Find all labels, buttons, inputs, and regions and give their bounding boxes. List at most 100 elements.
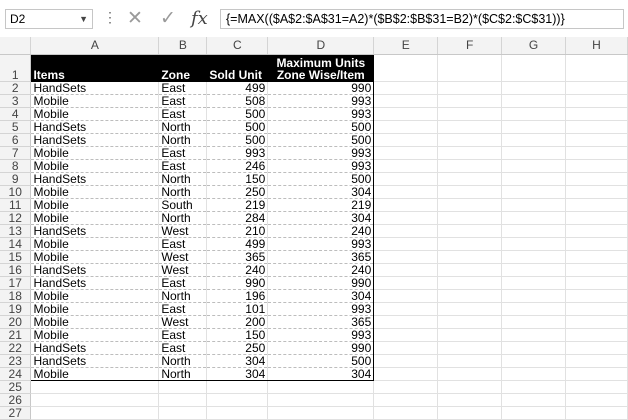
cell-max-units[interactable]: 240	[267, 263, 375, 277]
empty-cell[interactable]	[565, 393, 628, 407]
cell-zone[interactable]: West	[158, 250, 208, 264]
empty-cell[interactable]	[501, 146, 566, 160]
row-header[interactable]: 10	[0, 185, 32, 199]
empty-cell[interactable]	[373, 146, 439, 160]
cell-zone[interactable]: West	[158, 224, 208, 238]
cell-item[interactable]: HandSets	[30, 224, 160, 238]
cell-item[interactable]: Mobile	[30, 328, 160, 342]
row-header[interactable]: 12	[0, 211, 32, 225]
cell-max-units[interactable]: 990	[267, 341, 375, 355]
cell-max-units[interactable]: 240	[267, 224, 375, 238]
empty-cell[interactable]	[373, 380, 439, 394]
empty-cell[interactable]	[373, 328, 439, 342]
row-header[interactable]: 19	[0, 302, 32, 316]
empty-cell[interactable]	[501, 354, 566, 368]
empty-cell[interactable]	[501, 211, 566, 225]
cell-zone[interactable]: East	[158, 107, 208, 121]
empty-cell[interactable]	[437, 315, 503, 329]
empty-cell[interactable]	[158, 406, 208, 420]
cell-sold-unit[interactable]: 250	[206, 185, 269, 199]
empty-cell[interactable]	[373, 120, 439, 134]
empty-cell[interactable]	[565, 237, 628, 251]
empty-cell[interactable]	[437, 393, 503, 407]
cell-zone[interactable]: East	[158, 328, 208, 342]
empty-cell[interactable]	[437, 289, 503, 303]
cell-zone[interactable]: East	[158, 237, 208, 251]
cell-sold-unit[interactable]: 304	[206, 354, 269, 368]
empty-cell[interactable]	[267, 406, 375, 420]
cell-sold-unit[interactable]: 500	[206, 133, 269, 147]
empty-cell[interactable]	[501, 393, 566, 407]
empty-cell[interactable]	[437, 237, 503, 251]
empty-cell[interactable]	[30, 393, 160, 407]
empty-cell[interactable]	[373, 159, 439, 173]
cell-max-units[interactable]: 500	[267, 120, 375, 134]
cell-item[interactable]: HandSets	[30, 172, 160, 186]
cell-max-units[interactable]: 993	[267, 237, 375, 251]
empty-cell[interactable]	[565, 120, 628, 134]
empty-cell[interactable]	[30, 406, 160, 420]
empty-cell[interactable]	[565, 224, 628, 238]
empty-cell[interactable]	[30, 380, 160, 394]
cell-item[interactable]: HandSets	[30, 133, 160, 147]
cell-sold-unit[interactable]: 284	[206, 211, 269, 225]
column-header-e[interactable]: E	[373, 37, 439, 55]
empty-cell[interactable]	[437, 198, 503, 212]
empty-cell[interactable]	[501, 133, 566, 147]
row-header[interactable]: 9	[0, 172, 32, 186]
cell-max-units[interactable]: 304	[267, 185, 375, 199]
header-zone[interactable]: Zone	[158, 54, 208, 82]
row-header[interactable]: 4	[0, 107, 32, 121]
cell-max-units[interactable]: 990	[267, 276, 375, 290]
empty-cell[interactable]	[437, 380, 503, 394]
empty-cell[interactable]	[501, 224, 566, 238]
cell-sold-unit[interactable]: 499	[206, 81, 269, 95]
empty-cell[interactable]	[437, 172, 503, 186]
column-header-a[interactable]: A	[30, 37, 160, 55]
empty-cell[interactable]	[565, 328, 628, 342]
row-header[interactable]: 1	[0, 54, 32, 82]
empty-cell[interactable]	[437, 94, 503, 108]
column-header-f[interactable]: F	[437, 37, 503, 55]
cell-max-units[interactable]: 993	[267, 328, 375, 342]
empty-cell[interactable]	[565, 302, 628, 316]
empty-cell[interactable]	[501, 185, 566, 199]
cell-max-units[interactable]: 304	[267, 367, 375, 381]
empty-cell[interactable]	[565, 172, 628, 186]
cell-sold-unit[interactable]: 993	[206, 146, 269, 160]
empty-cell[interactable]	[437, 354, 503, 368]
empty-cell[interactable]	[565, 263, 628, 277]
select-all-corner[interactable]	[0, 37, 32, 55]
cell-zone[interactable]: East	[158, 146, 208, 160]
empty-cell[interactable]	[501, 81, 566, 95]
cell-max-units[interactable]: 500	[267, 354, 375, 368]
cell-item[interactable]: HandSets	[30, 120, 160, 134]
empty-cell[interactable]	[437, 120, 503, 134]
cell-sold-unit[interactable]: 196	[206, 289, 269, 303]
cell-item[interactable]: Mobile	[30, 367, 160, 381]
empty-cell[interactable]	[565, 94, 628, 108]
empty-cell[interactable]	[373, 315, 439, 329]
empty-cell[interactable]	[501, 159, 566, 173]
empty-cell[interactable]	[501, 341, 566, 355]
empty-cell[interactable]	[373, 133, 439, 147]
cell-max-units[interactable]: 993	[267, 94, 375, 108]
row-header[interactable]: 11	[0, 198, 32, 212]
row-header[interactable]: 16	[0, 263, 32, 277]
cell-item[interactable]: Mobile	[30, 250, 160, 264]
empty-cell[interactable]	[373, 289, 439, 303]
empty-cell[interactable]	[437, 133, 503, 147]
cell-sold-unit[interactable]: 219	[206, 198, 269, 212]
empty-cell[interactable]	[373, 276, 439, 290]
row-header[interactable]: 8	[0, 159, 32, 173]
cell-item[interactable]: Mobile	[30, 185, 160, 199]
empty-cell[interactable]	[373, 81, 439, 95]
cell-sold-unit[interactable]: 240	[206, 263, 269, 277]
empty-cell[interactable]	[373, 211, 439, 225]
cell-zone[interactable]: West	[158, 263, 208, 277]
cell-sold-unit[interactable]: 500	[206, 107, 269, 121]
header-maximum-units[interactable]: Maximum Units Zone Wise/Item	[267, 54, 375, 82]
cell-zone[interactable]: North	[158, 133, 208, 147]
cell-max-units[interactable]: 993	[267, 302, 375, 316]
cell-item[interactable]: HandSets	[30, 81, 160, 95]
